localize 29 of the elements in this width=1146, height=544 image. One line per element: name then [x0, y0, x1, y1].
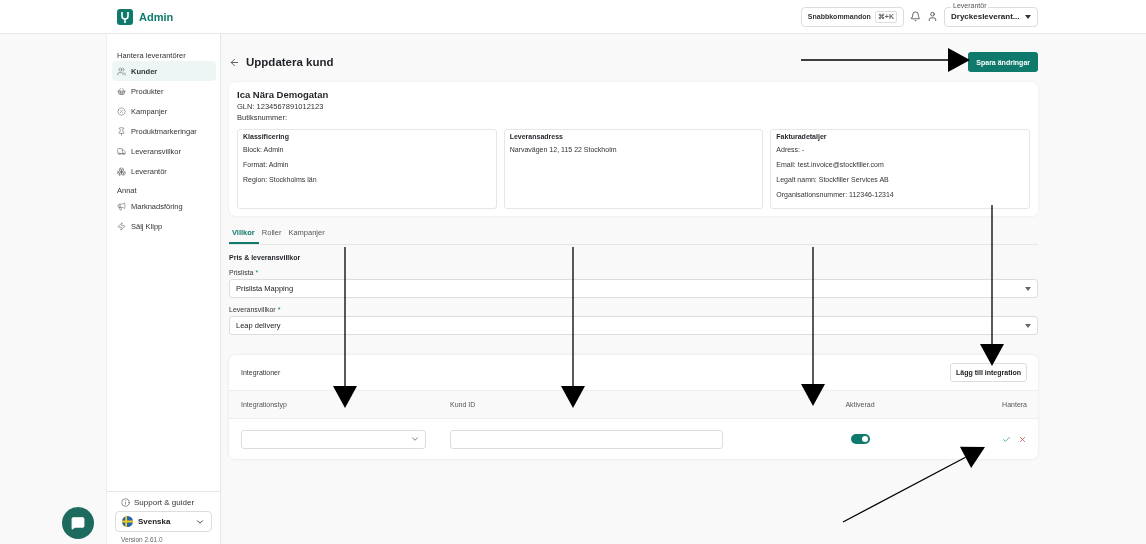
- megaphone-icon: [117, 201, 126, 211]
- customer-id-field[interactable]: [450, 429, 723, 449]
- users-icon: [117, 66, 126, 76]
- info-icon: [121, 498, 130, 507]
- check-icon[interactable]: [1002, 434, 1011, 444]
- logo-icon: [117, 8, 133, 25]
- close-icon[interactable]: [1018, 434, 1027, 444]
- flag-icon: [122, 516, 133, 527]
- user-icon[interactable]: [927, 11, 938, 22]
- support-link[interactable]: Support & guider: [115, 498, 212, 507]
- lightning-icon: [117, 221, 126, 231]
- bell-icon[interactable]: [910, 11, 921, 22]
- basket-icon: [117, 86, 126, 96]
- back-arrow-icon[interactable]: [229, 56, 240, 68]
- chat-button[interactable]: [62, 507, 94, 539]
- toggle-switch[interactable]: [850, 434, 870, 444]
- language-select[interactable]: Svenska: [115, 511, 212, 532]
- chat-icon: [71, 516, 85, 530]
- percent-badge-icon: [117, 106, 126, 116]
- app-title: Admin: [139, 10, 174, 23]
- boxes-icon: [117, 166, 126, 176]
- page-title: Uppdatera kund: [246, 56, 334, 68]
- caret-icon: [1025, 14, 1031, 19]
- customer-name: Ica Nära Demogatan: [237, 89, 330, 100]
- caret-icon: [1025, 323, 1031, 328]
- truck-icon: [117, 146, 126, 156]
- caret-icon: [1025, 286, 1031, 291]
- chevron-down-icon: [410, 434, 420, 444]
- pin-icon: [117, 126, 126, 136]
